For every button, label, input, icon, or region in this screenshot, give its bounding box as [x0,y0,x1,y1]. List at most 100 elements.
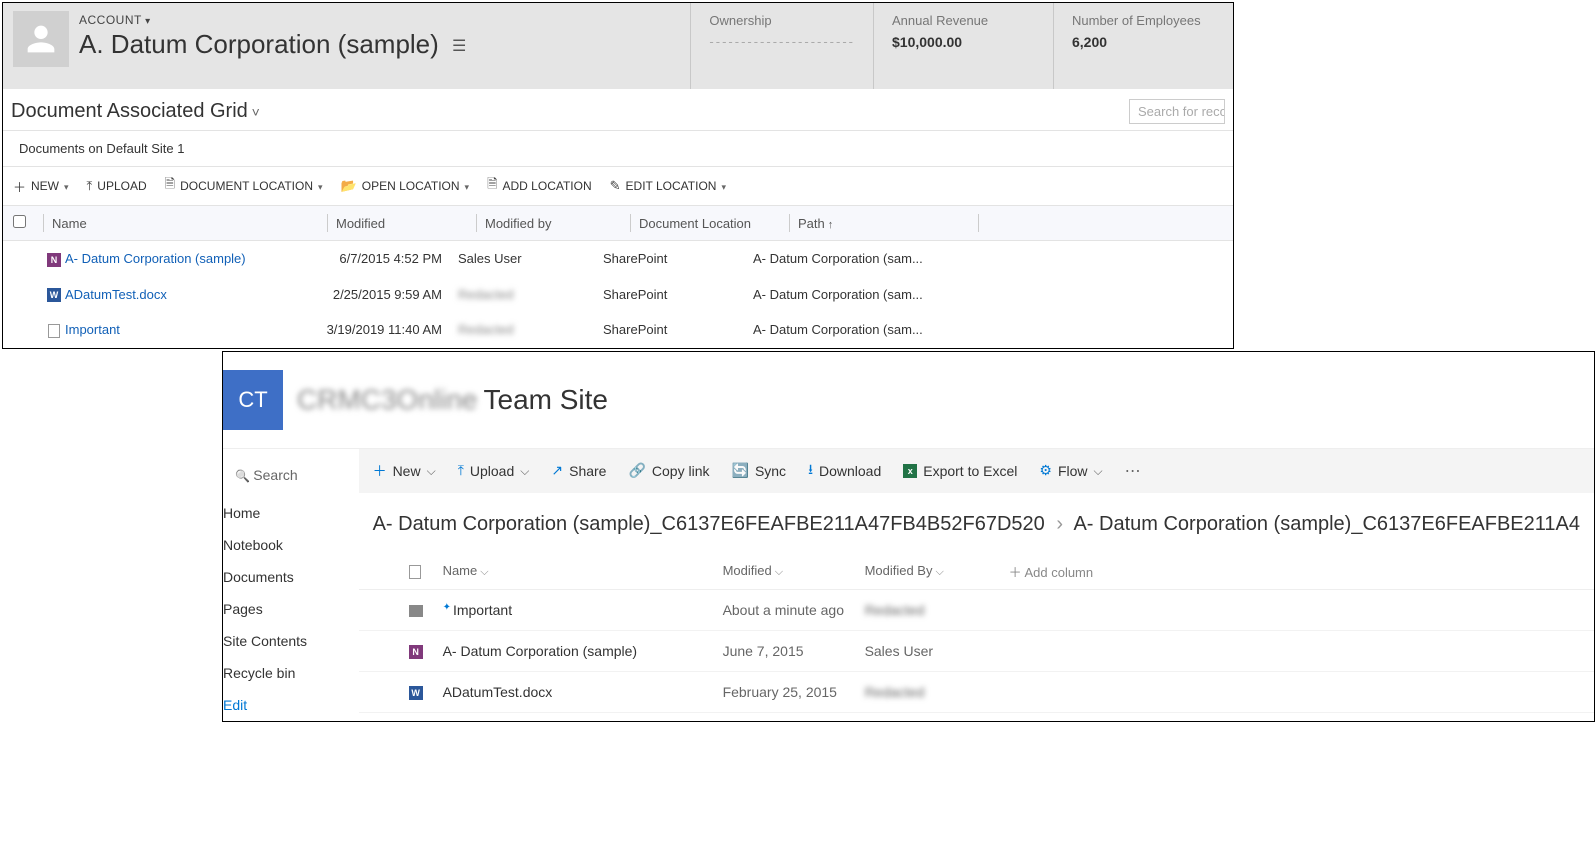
file-link[interactable]: A- Datum Corporation (sample) [65,251,246,266]
file-link[interactable]: Important [65,322,120,337]
document-location-button[interactable]: 🗎DOCUMENT LOCATION [165,175,323,197]
account-label[interactable]: ACCOUNT [79,13,466,27]
crm-toolbar: ＋NEW ⤒UPLOAD 🗎DOCUMENT LOCATION 📂OPEN LO… [3,166,1233,205]
download-icon: ⭳ [808,459,813,483]
stat-revenue-value: $10,000.00 [892,34,1035,50]
file-name[interactable]: A- Datum Corporation (sample) [443,643,723,659]
nav-home[interactable]: Home [223,497,349,529]
flow-icon: ⚙ [1039,462,1052,479]
table-row[interactable]: NA- Datum Corporation (sample)6/7/2015 4… [3,241,1233,277]
stat-employees-label: Number of Employees [1072,13,1215,28]
command-bar: ＋New ⤒Upload ↗Share 🔗Copy link 🔄Sync ⭳Do… [359,449,1594,493]
crm-panel: ACCOUNT A. Datum Corporation (sample) ☰ … [2,2,1234,349]
onenote-icon: N [409,645,423,659]
upload-button[interactable]: ⤒UPLOAD [87,178,147,194]
grid-header: Name Modified Modified by Document Locat… [3,206,1233,241]
col-modified-by[interactable]: Modified by [485,216,630,231]
modified-cell: 2/25/2015 9:59 AM [318,287,458,302]
nav-edit[interactable]: Edit [223,689,349,721]
word-icon: W [47,288,61,302]
file-name[interactable]: ADatumTest.docx [443,684,723,700]
download-button[interactable]: ⭳Download [808,459,881,483]
select-all-checkbox[interactable] [13,215,26,228]
col-modified-by[interactable]: Modified By [865,563,1009,579]
location-cell: SharePoint [603,322,753,337]
table-row[interactable]: Important3/19/2019 11:40 AMRedactedShare… [3,312,1233,348]
stat-employees: Number of Employees 6,200 [1053,3,1233,89]
site-name: Team Site [484,384,609,416]
copy-link-button[interactable]: 🔗Copy link [628,462,709,479]
col-path[interactable]: Path [798,216,978,231]
modified-by-cell: Sales User [865,643,1009,659]
stat-ownership: Ownership ----------------------- [690,3,873,89]
nav-site-contents[interactable]: Site Contents [223,625,349,657]
new-button[interactable]: ＋New [373,461,436,481]
file-link[interactable]: ADatumTest.docx [65,287,167,302]
upload-icon: ⤒ [458,462,464,479]
nav-pages[interactable]: Pages [223,593,349,625]
stat-ownership-value: ----------------------- [709,34,855,49]
open-location-button[interactable]: 📂OPEN LOCATION [341,178,470,194]
document-location-icon: 🗎 [165,175,175,197]
stat-employees-value: 6,200 [1072,34,1215,50]
flow-button[interactable]: ⚙Flow [1039,462,1102,479]
excel-icon: x [903,464,917,478]
list-item[interactable]: ✦ImportantAbout a minute agoRedacted [359,590,1594,631]
sharepoint-panel: CT CRMC3Online Team Site Search Home Not… [222,351,1595,722]
breadcrumb: Documents on Default Site 1 [3,130,1233,166]
location-cell: SharePoint [603,251,753,266]
section-title[interactable]: Document Associated Grid [11,100,260,123]
stat-revenue-label: Annual Revenue [892,13,1035,28]
link-icon: 🔗 [628,462,645,479]
location-cell: SharePoint [603,287,753,302]
edit-location-button[interactable]: ✎EDIT LOCATION [610,178,726,194]
crm-header: ACCOUNT A. Datum Corporation (sample) ☰ … [3,3,1233,89]
stat-ownership-label: Ownership [709,13,855,28]
share-button[interactable]: ↗Share [551,462,606,479]
upload-button[interactable]: ⤒Upload [458,462,530,479]
folder-icon [409,605,423,617]
upload-icon: ⤒ [87,178,93,194]
search-input[interactable]: Search [223,463,349,497]
path-cell: A- Datum Corporation (sam... [753,322,953,337]
site-name-prefix: CRMC3Online [297,384,478,416]
breadcrumb: A- Datum Corporation (sample)_C6137E6FEA… [359,493,1594,554]
more-button[interactable]: ⋯ [1125,461,1141,481]
list-item[interactable]: N A- Datum Corporation (sample)June 7, 20… [359,631,1594,672]
hamburger-icon[interactable]: ☰ [452,38,466,55]
modified-by-cell: Redacted [865,684,1009,700]
account-name-text: A. Datum Corporation (sample) [79,29,439,59]
path-cell: A- Datum Corporation (sam... [753,251,953,266]
page-title: A. Datum Corporation (sample) ☰ [79,29,466,60]
add-location-button[interactable]: 🗎ADD LOCATION [487,175,592,197]
plus-icon: ＋ [373,461,387,481]
col-name[interactable]: Name [443,563,723,579]
add-column-button[interactable]: ＋ Add column [1009,562,1094,581]
avatar [13,11,69,67]
modified-cell: About a minute ago [723,602,865,618]
sync-icon: 🔄 [732,462,749,479]
list-item[interactable]: WADatumTest.docxFebruary 25, 2015Redacte… [359,672,1594,713]
col-name[interactable]: Name [52,216,327,231]
col-modified[interactable]: Modified [336,216,476,231]
nav-notebook[interactable]: Notebook [223,529,349,561]
modified-cell: February 25, 2015 [723,684,865,700]
search-input[interactable]: Search for reco [1129,99,1225,124]
breadcrumb-part1[interactable]: A- Datum Corporation (sample)_C6137E6FEA… [373,513,1045,535]
nav-recycle-bin[interactable]: Recycle bin [223,657,349,689]
nav-documents[interactable]: Documents [223,561,349,593]
file-type-icon[interactable] [409,565,421,579]
file-name[interactable]: ✦Important [443,602,723,618]
breadcrumb-separator: › [1056,513,1063,535]
edit-location-icon: ✎ [610,178,621,194]
col-location[interactable]: Document Location [639,216,789,231]
col-modified[interactable]: Modified [723,563,865,579]
stat-revenue: Annual Revenue $10,000.00 [873,3,1053,89]
sync-button[interactable]: 🔄Sync [732,462,787,479]
new-button[interactable]: ＋NEW [13,177,69,196]
table-row[interactable]: WADatumTest.docx2/25/2015 9:59 AMRedacte… [3,277,1233,313]
modified-cell: June 7, 2015 [723,643,865,659]
path-cell: A- Datum Corporation (sam... [753,287,953,302]
plus-icon: ＋ [13,177,26,196]
export-excel-button[interactable]: xExport to Excel [903,463,1017,479]
